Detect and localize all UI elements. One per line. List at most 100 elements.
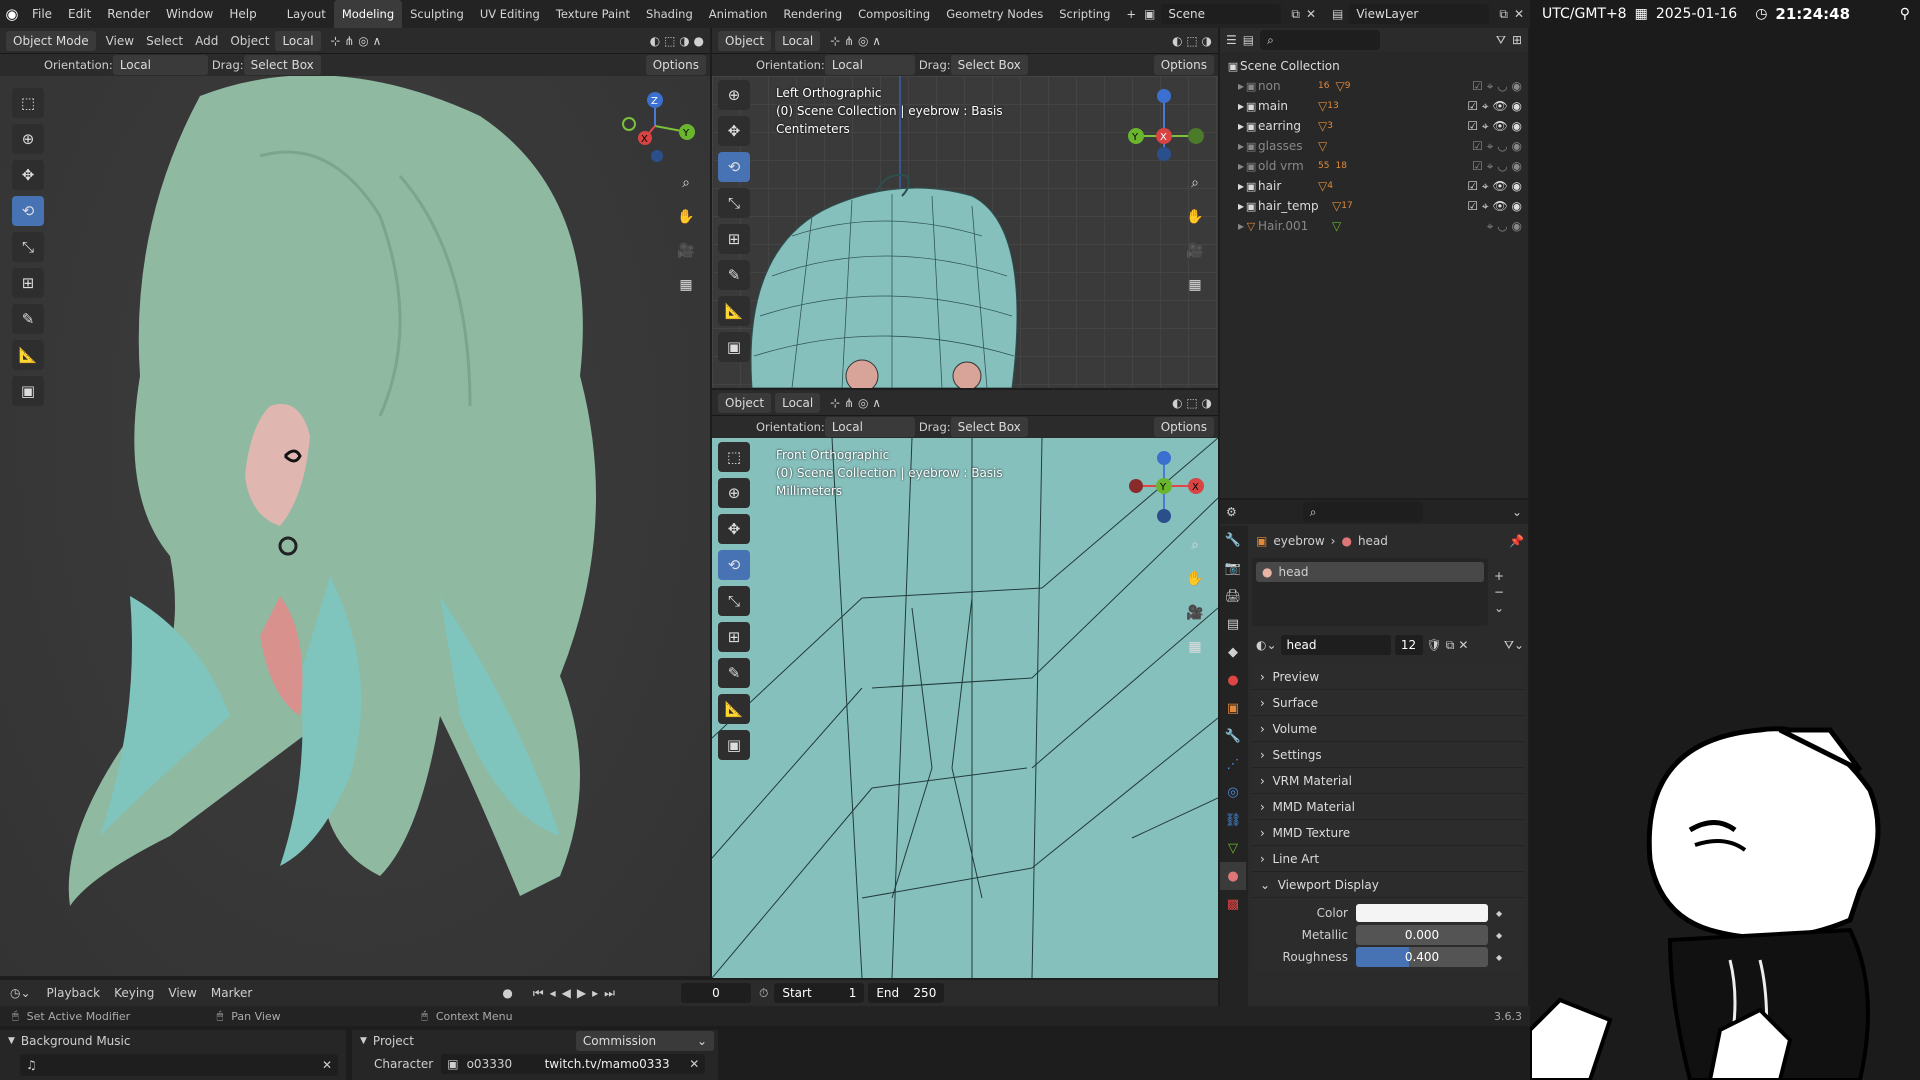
constraints-tab-icon[interactable]: ⛓ xyxy=(1220,806,1246,834)
outliner-row-non[interactable]: ▸ ▣ non 16 ▽ 9 ☑ ⌖ ◡ ◉ xyxy=(1226,76,1522,96)
object-tab-icon[interactable]: ▣ xyxy=(1220,694,1246,722)
tab-animation[interactable]: Animation xyxy=(701,0,776,28)
bottom-options-button[interactable]: Options xyxy=(1153,417,1214,437)
outliner-row-earring[interactable]: ▸ ▣ earring ▽ 3 ☑ ⌖ 👁 ◉ xyxy=(1226,116,1522,136)
bottom-orientation-dropdown[interactable]: Local xyxy=(824,417,915,437)
outliner-row-hair-001[interactable]: ▸ ▽ Hair.001 ▽ ⌖ ◡ ◉ xyxy=(1226,216,1522,236)
top-annotate-tool-icon[interactable]: ✎ xyxy=(718,260,750,290)
pan-hand-icon[interactable]: ✋ xyxy=(673,204,699,230)
top-scale-tool-icon[interactable]: ⤡ xyxy=(718,188,750,218)
duplicate-material-icon[interactable]: ⧉ xyxy=(1446,638,1455,653)
view-layer-selector[interactable]: ViewLayer xyxy=(1349,4,1490,24)
bottom-add-cube-tool-icon[interactable]: ▣ xyxy=(718,730,750,760)
rotate-tool-icon[interactable]: ⟲ xyxy=(12,196,44,226)
annotate-tool-icon[interactable]: ✎ xyxy=(12,304,44,334)
add-slot-icon[interactable]: + xyxy=(1494,569,1504,583)
scale-tool-icon[interactable]: ⤡ xyxy=(12,232,44,262)
stopwatch-icon[interactable]: ⏱ xyxy=(759,986,768,1001)
menu-window[interactable]: Window xyxy=(158,0,221,28)
scene-selector[interactable]: Scene xyxy=(1161,4,1282,24)
top-camera-icon[interactable]: 🎥 xyxy=(1182,238,1208,264)
top-pan-hand-icon[interactable]: ✋ xyxy=(1182,204,1208,230)
material-browse-icon[interactable]: ◐⌄ xyxy=(1256,638,1277,652)
top-viewport[interactable]: ⊕ ✥ ⟲ ⤡ ⊞ ✎ 📐 ▣ Left Orthographic (0) Sc… xyxy=(712,76,1218,388)
properties-options-icon[interactable]: ⌄ xyxy=(1512,505,1522,519)
node-link-icon[interactable]: ⛛⌄ xyxy=(1504,638,1524,653)
navigation-gizmo-icon[interactable]: Z Y X xyxy=(615,86,695,166)
bottom-scale-tool-icon[interactable]: ⤡ xyxy=(718,586,750,616)
measure-tool-icon[interactable]: 📐 xyxy=(12,340,44,370)
color-keyframe-icon[interactable]: ◆ xyxy=(1496,909,1502,918)
physics-tab-icon[interactable]: ◎ xyxy=(1220,778,1246,806)
material-users-count[interactable]: 12 xyxy=(1394,635,1423,655)
roughness-keyframe-icon[interactable]: ◆ xyxy=(1496,953,1502,962)
select-box-tool-icon[interactable]: ⬚ xyxy=(12,88,44,118)
material-slot-list[interactable]: ● head xyxy=(1252,558,1488,626)
bottom-select-box-tool-icon[interactable]: ⬚ xyxy=(718,442,750,472)
bottom-snap-icon[interactable]: ⊹ ⋔ ◎ ∧ xyxy=(824,396,887,410)
add-workspace-icon[interactable]: + xyxy=(1118,0,1144,28)
top-navigation-gizmo-icon[interactable]: Y X xyxy=(1124,84,1204,164)
unlink-material-icon[interactable]: ✕ xyxy=(1458,638,1468,652)
bottom-drag-dropdown[interactable]: Select Box xyxy=(950,417,1028,437)
outliner-row-hair-temp[interactable]: ▸ ▣ hair_temp ▽ 17 ☑ ⌖ 👁 ◉ xyxy=(1226,196,1522,216)
panel-line-art[interactable]: › Line Art xyxy=(1252,846,1524,872)
menu-object[interactable]: Object xyxy=(224,34,275,48)
menu-select[interactable]: Select xyxy=(140,34,189,48)
material-name-field[interactable]: head xyxy=(1280,635,1391,655)
clear-music-icon[interactable]: ✕ xyxy=(322,1058,332,1072)
roughness-slider[interactable]: 0.400 xyxy=(1356,947,1488,967)
bottom-transform-orientation[interactable]: Local xyxy=(775,392,821,413)
project-collapse-icon[interactable]: ▼ xyxy=(360,1036,367,1046)
properties-search-input[interactable]: ⌕ xyxy=(1302,502,1423,522)
playback-controls-icon[interactable]: ⏮◂◀▶▸⏭ xyxy=(533,986,621,1001)
menu-render[interactable]: Render xyxy=(99,0,158,28)
menu-marker[interactable]: Marker xyxy=(211,986,252,1000)
menu-playback[interactable]: Playback xyxy=(47,986,101,1000)
tab-rendering[interactable]: Rendering xyxy=(775,0,850,28)
bottom-navigation-gizmo-icon[interactable]: X Y xyxy=(1124,446,1204,526)
bottom-rotate-tool-icon[interactable]: ⟲ xyxy=(718,550,750,580)
timeline-editor-icon[interactable]: ◷⌄ xyxy=(10,986,31,1000)
outliner-search-input[interactable]: ⌕ xyxy=(1260,30,1381,50)
top-drag-dropdown[interactable]: Select Box xyxy=(950,55,1028,75)
snap-icon[interactable]: ⊹ ⋔ ◎ ∧ xyxy=(325,34,388,48)
move-tool-icon[interactable]: ✥ xyxy=(12,160,44,190)
properties-editor-icon[interactable]: ⚙ xyxy=(1226,505,1237,519)
left-viewport[interactable]: ⬚ ⊕ ✥ ⟲ ⤡ ⊞ ✎ 📐 ▣ Z Y X ⌕ ✋ 🎥 ▦ xyxy=(0,76,710,976)
menu-add[interactable]: Add xyxy=(189,34,224,48)
output-tab-icon[interactable]: 🖨 xyxy=(1220,582,1246,610)
world-tab-icon[interactable]: ● xyxy=(1220,666,1246,694)
menu-keying[interactable]: Keying xyxy=(114,986,154,1000)
view-layer-icon[interactable]: ▤ xyxy=(1332,7,1343,21)
panel-volume[interactable]: › Volume xyxy=(1252,716,1524,742)
menu-file[interactable]: File xyxy=(24,0,60,28)
drag-dropdown[interactable]: Select Box xyxy=(243,55,321,75)
top-add-cube-tool-icon[interactable]: ▣ xyxy=(718,332,750,362)
bottom-mode-selector[interactable]: Object xyxy=(718,392,772,413)
zoom-icon[interactable]: ⌕ xyxy=(673,170,699,196)
remove-slot-icon[interactable]: − xyxy=(1494,585,1504,599)
outliner-editor-icon[interactable]: ☰ xyxy=(1226,33,1237,47)
top-orientation-dropdown[interactable]: Local xyxy=(824,55,915,75)
fake-user-icon[interactable]: 🛡 xyxy=(1427,638,1442,652)
panel-viewport-display[interactable]: ⌄ Viewport Display xyxy=(1252,872,1524,898)
top-move-tool-icon[interactable]: ✥ xyxy=(718,116,750,146)
bottom-move-tool-icon[interactable]: ✥ xyxy=(718,514,750,544)
top-snap-icon[interactable]: ⊹ ⋔ ◎ ∧ xyxy=(824,34,887,48)
grid-icon[interactable]: ▦ xyxy=(673,272,699,298)
top-overlay-icons[interactable]: ◐ ⬚ ◑ xyxy=(1166,34,1218,48)
menu-edit[interactable]: Edit xyxy=(60,0,99,28)
end-frame-field[interactable]: End 250 xyxy=(868,983,945,1003)
tab-modeling[interactable]: Modeling xyxy=(333,0,403,28)
top-transform-tool-icon[interactable]: ⊞ xyxy=(718,224,750,254)
top-mode-selector[interactable]: Object xyxy=(718,30,772,51)
project-dropdown[interactable]: Commission ⌄ xyxy=(575,1031,714,1051)
transform-tool-icon[interactable]: ⊞ xyxy=(12,268,44,298)
outliner-row-hair[interactable]: ▸ ▣ hair ▽ 4 ☑ ⌖ 👁 ◉ xyxy=(1226,176,1522,196)
panel-surface[interactable]: › Surface xyxy=(1252,690,1524,716)
metallic-slider[interactable]: 0.000 xyxy=(1356,925,1488,945)
panel-settings[interactable]: › Settings xyxy=(1252,742,1524,768)
outliner-filter-icon[interactable]: ⛛ xyxy=(1496,33,1506,48)
add-cube-tool-icon[interactable]: ▣ xyxy=(12,376,44,406)
